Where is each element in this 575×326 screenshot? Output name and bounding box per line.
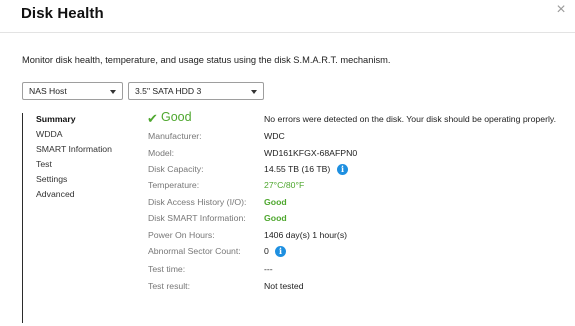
status-message: No errors were detected on the disk. You… [264,114,557,124]
dialog-header: Disk Health × [0,0,575,33]
close-icon[interactable]: × [553,2,569,18]
model-label: Model: [148,148,175,158]
health-status: Good [161,110,192,124]
dialog-description: Monitor disk health, temperature, and us… [22,55,391,65]
disk-health-dialog: Disk Health × Monitor disk health, tempe… [0,0,575,326]
test-time-value: --- [264,264,273,274]
power-on-hours-value: 1406 day(s) 1 hour(s) [264,230,348,240]
host-select[interactable]: NAS Host [22,82,123,100]
access-history-label: Disk Access History (I/O): [148,197,247,207]
nav-item-settings[interactable]: Settings [36,174,67,184]
side-nav: Summary WDDA SMART Information Test Sett… [22,113,128,323]
disk-select[interactable]: 3.5" SATA HDD 3 [128,82,264,100]
manufacturer-value: WDC [264,131,285,141]
power-on-hours-label: Power On Hours: [148,230,215,240]
access-history-value: Good [264,197,287,207]
check-icon: ✔ [147,111,158,126]
nav-item-advanced[interactable]: Advanced [36,189,75,199]
abnormal-sector-label: Abnormal Sector Count: [148,246,241,256]
disk-capacity-label: Disk Capacity: [148,164,204,174]
test-result-label: Test result: [148,281,191,291]
disk-capacity-value: 14.55 TB (16 TB) [264,164,331,174]
temperature-label: Temperature: [148,180,200,190]
info-icon[interactable]: i [337,164,348,175]
nav-item-smart-information[interactable]: SMART Information [36,144,112,154]
host-select-value: NAS Host [29,86,67,96]
test-time-label: Test time: [148,264,186,274]
abnormal-sector-value: 0 [264,246,269,256]
temperature-value: 27°C/80°F [264,180,305,190]
test-result-value: Not tested [264,281,304,291]
smart-info-label: Disk SMART Information: [148,213,246,223]
manufacturer-label: Manufacturer: [148,131,202,141]
model-value: WD161KFGX-68AFPN0 [264,148,358,158]
smart-info-value: Good [264,213,287,223]
chevron-down-icon [251,90,257,94]
dialog-title: Disk Health [21,5,104,22]
nav-item-summary[interactable]: Summary [36,114,76,124]
chevron-down-icon [110,90,116,94]
nav-item-test[interactable]: Test [36,159,52,169]
disk-select-value: 3.5" SATA HDD 3 [135,86,202,96]
info-icon[interactable]: i [275,246,286,257]
nav-item-wdda[interactable]: WDDA [36,129,63,139]
